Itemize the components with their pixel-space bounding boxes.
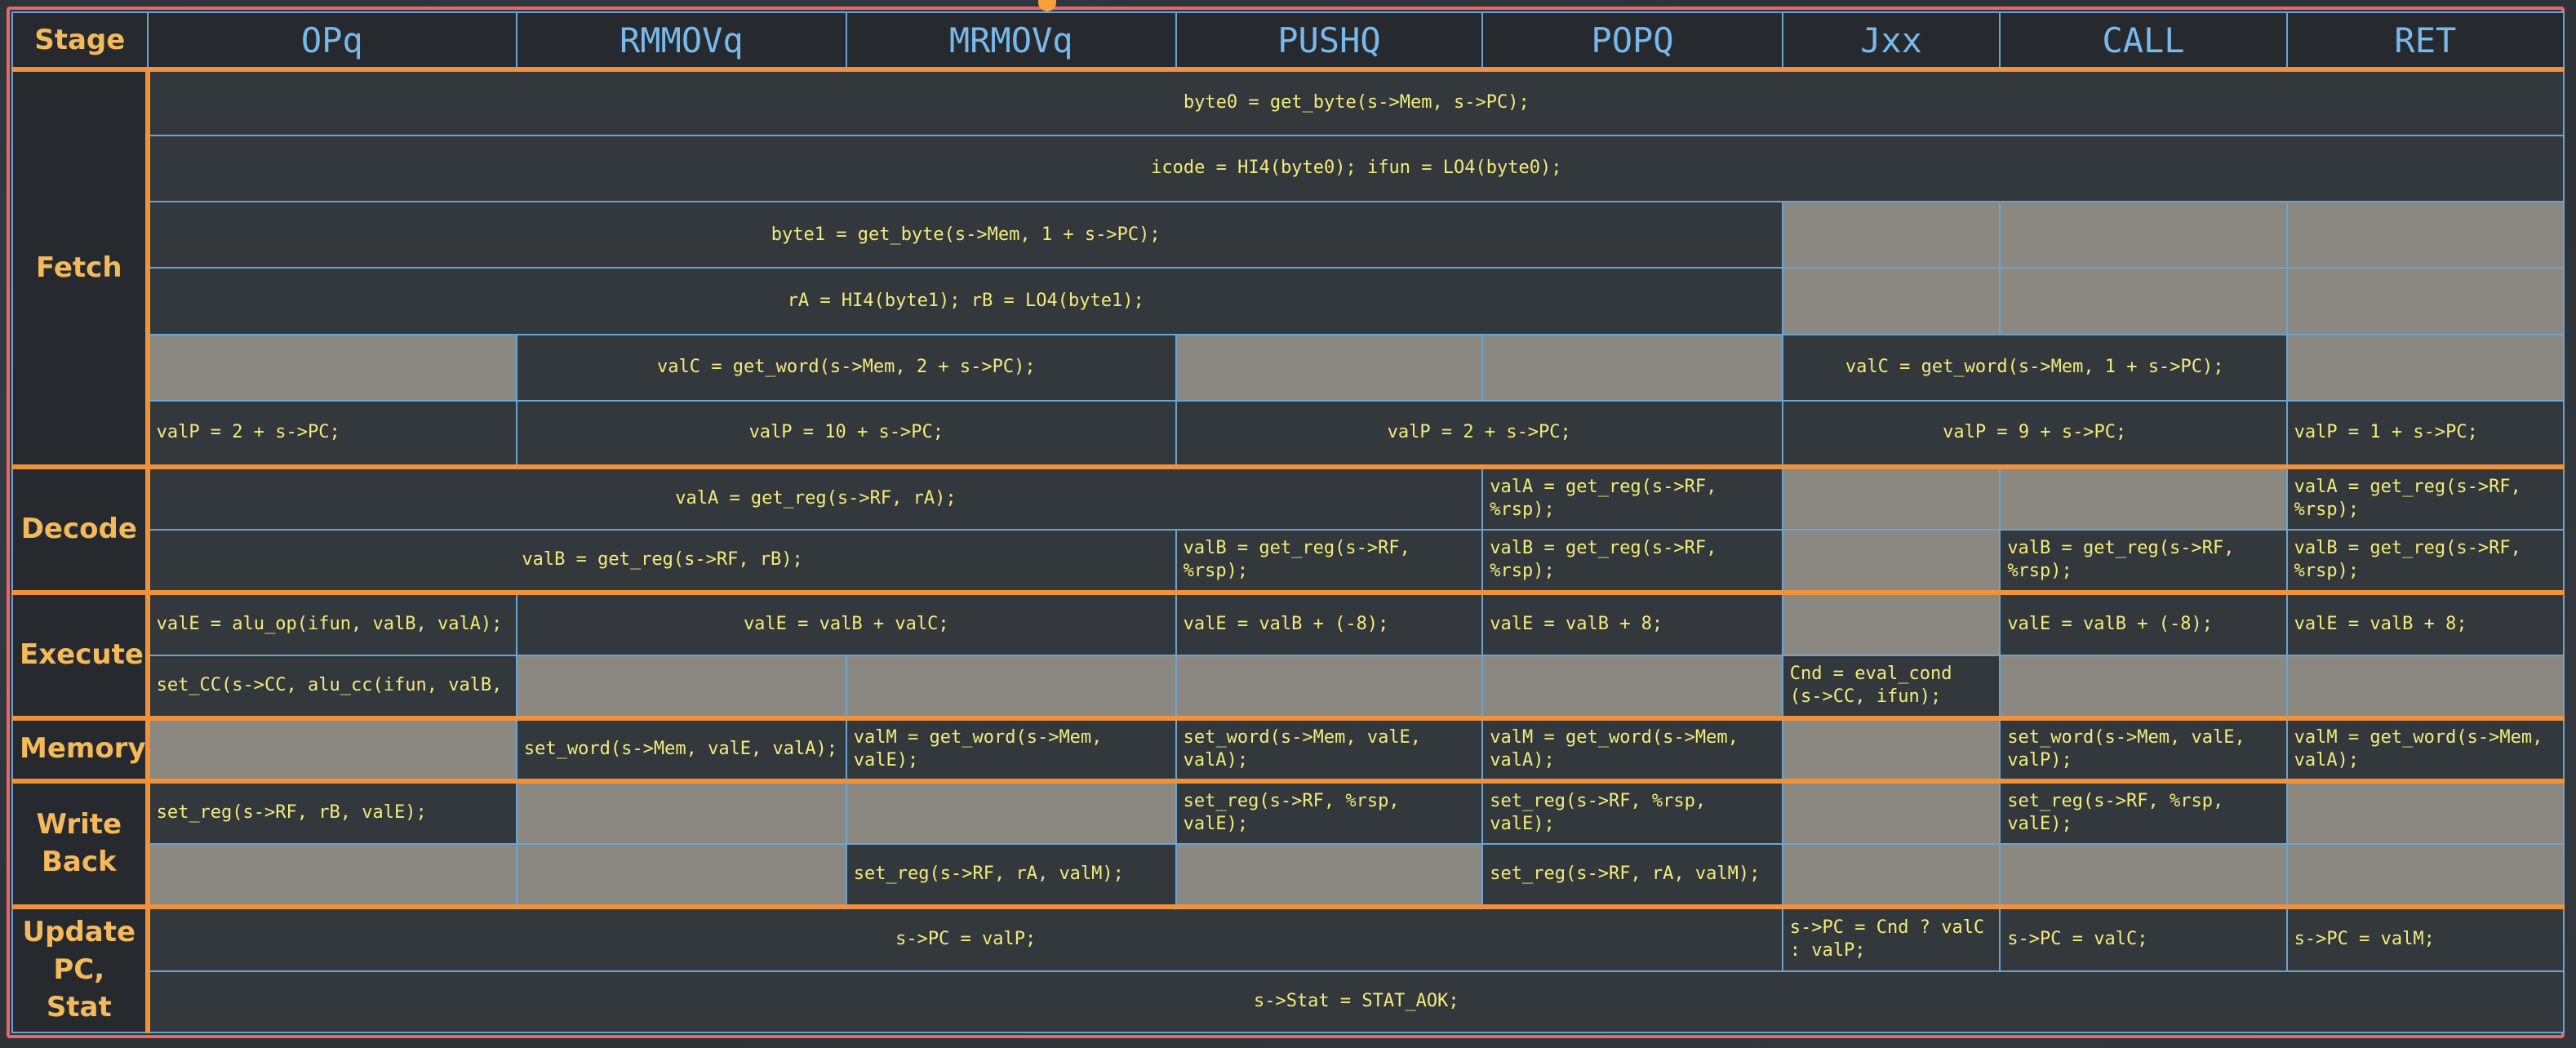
empty-cell <box>146 842 517 908</box>
fetch-valp-opq: valP = 2 + s->PC; <box>146 399 517 468</box>
writeback-mrmovq: set_reg(s->RF, rA, valM); <box>845 842 1177 908</box>
empty-cell <box>515 654 847 719</box>
empty-cell <box>1781 201 2001 269</box>
empty-cell <box>2285 201 2565 269</box>
update-pc-valp: s->PC = valP; <box>146 904 1783 973</box>
execute-valb-plus-valc: valE = valB + valC; <box>515 589 1177 656</box>
writeback-call: set_reg(s->RF, %rsp, valE); <box>1999 778 2288 845</box>
fetch-valc-offset1: valC = get_word(s->Mem, 1 + s->PC); <box>1781 333 2288 402</box>
stage-label-write-back: Write Back <box>11 778 150 908</box>
empty-cell <box>1999 464 2288 531</box>
stage-label-decode: Decode <box>11 464 150 593</box>
writeback-pushq: set_reg(s->RF, %rsp, valE); <box>1175 778 1484 845</box>
header-row: Stage OPq RMMOVq MRMOVq PUSHQ POPQ Jxx C… <box>11 11 2565 72</box>
decode-valb-pushq: valB = get_reg(s->RF, %rsp); <box>1175 528 1484 593</box>
stage-label-fetch: Fetch <box>11 69 150 468</box>
writeback-popq-valm: set_reg(s->RF, rA, valM); <box>1481 842 1783 908</box>
header-stage: Stage <box>11 11 149 72</box>
header-mrmovq: MRMOVq <box>845 11 1177 72</box>
header-popq: POPQ <box>1481 11 1783 72</box>
empty-cell <box>146 333 517 402</box>
fetch-ra-rb: rA = HI4(byte1); rB = LO4(byte1); <box>146 267 1783 335</box>
empty-cell <box>1175 654 1484 719</box>
header-rmmovq: RMMOVq <box>515 11 847 72</box>
memory-pushq: set_word(s->Mem, valE, valA); <box>1175 715 1484 782</box>
execute-cnd: Cnd = eval_cond (s->CC, ifun); <box>1781 654 2001 719</box>
stage-label-update: Update PC, Stat <box>11 904 150 1034</box>
execute-pushq: valE = valB + (-8); <box>1175 589 1484 656</box>
execute-call: valE = valB + (-8); <box>1999 589 2288 656</box>
fetch-icode-ifun: icode = HI4(byte0); ifun = LO4(byte0); <box>146 135 2565 203</box>
memory-popq: valM = get_word(s->Mem, valA); <box>1481 715 1783 782</box>
writeback-opq: set_reg(s->RF, rB, valE); <box>146 778 517 845</box>
empty-cell <box>1175 842 1484 908</box>
empty-cell <box>1781 715 2001 782</box>
empty-cell <box>845 778 1177 845</box>
empty-cell <box>1781 589 2001 656</box>
decode-valb-call: valB = get_reg(s->RF, %rsp); <box>1999 528 2288 593</box>
execute-set-cc: set_CC(s->CC, alu_cc(ifun, valB, <box>146 654 517 719</box>
stage-label-execute: Execute <box>11 589 150 719</box>
empty-cell <box>2285 654 2565 719</box>
execute-popq: valE = valB + 8; <box>1481 589 1783 656</box>
fetch-valp-9: valP = 9 + s->PC; <box>1781 399 2288 468</box>
memory-rmmovq: set_word(s->Mem, valE, valA); <box>515 715 847 782</box>
decode-vala-ra: valA = get_reg(s->RF, rA); <box>146 464 1484 531</box>
execute-opq: valE = alu_op(ifun, valB, valA); <box>146 589 517 656</box>
empty-cell <box>1781 842 2001 908</box>
fetch-valp-10: valP = 10 + s->PC; <box>515 399 1177 468</box>
header-call: CALL <box>1999 11 2288 72</box>
empty-cell <box>2285 267 2565 335</box>
empty-cell <box>1999 267 2288 335</box>
empty-cell <box>1999 842 2288 908</box>
empty-cell <box>515 842 847 908</box>
update-pc-call: s->PC = valC; <box>1999 904 2288 973</box>
fetch-valc-offset2: valC = get_word(s->Mem, 2 + s->PC); <box>515 333 1177 402</box>
empty-cell <box>1175 333 1484 402</box>
header-ret: RET <box>2285 11 2565 72</box>
empty-cell <box>1481 654 1783 719</box>
empty-cell <box>2285 842 2565 908</box>
decode-valb-rb: valB = get_reg(s->RF, rB); <box>146 528 1177 593</box>
fetch-valp-ret: valP = 1 + s->PC; <box>2285 399 2565 468</box>
empty-cell <box>1781 528 2001 593</box>
stage-label-memory: Memory <box>11 715 150 782</box>
empty-cell <box>1781 267 2001 335</box>
update-pc-ret: s->PC = valM; <box>2285 904 2565 973</box>
memory-call: set_word(s->Mem, valE, valP); <box>1999 715 2288 782</box>
decode-vala-ret: valA = get_reg(s->RF, %rsp); <box>2285 464 2565 531</box>
fetch-byte0: byte0 = get_byte(s->Mem, s->PC); <box>146 68 2565 137</box>
decode-valb-ret: valB = get_reg(s->RF, %rsp); <box>2285 528 2565 593</box>
memory-mrmovq: valM = get_word(s->Mem, valE); <box>845 715 1177 782</box>
writeback-popq-vale: set_reg(s->RF, %rsp, valE); <box>1481 778 1783 845</box>
fetch-byte1: byte1 = get_byte(s->Mem, 1 + s->PC); <box>146 201 1783 269</box>
fetch-valp-2: valP = 2 + s->PC; <box>1175 399 1783 468</box>
empty-cell <box>2285 778 2565 845</box>
header-jxx: Jxx <box>1781 11 2001 72</box>
update-pc-jxx: s->PC = Cnd ? valC : valP; <box>1781 904 2001 973</box>
decode-valb-popq: valB = get_reg(s->RF, %rsp); <box>1481 528 1783 593</box>
empty-cell <box>1781 778 2001 845</box>
execute-ret: valE = valB + 8; <box>2285 589 2565 656</box>
empty-cell <box>515 778 847 845</box>
empty-cell <box>1781 464 2001 531</box>
empty-cell <box>845 654 1177 719</box>
header-pushq: PUSHQ <box>1175 11 1484 72</box>
header-opq: OPq <box>146 11 517 72</box>
empty-cell <box>1999 201 2288 269</box>
empty-cell <box>146 715 517 782</box>
y86-stage-table: Stage OPq RMMOVq MRMOVq PUSHQ POPQ Jxx C… <box>11 11 2565 1034</box>
chalkboard-background: Stage OPq RMMOVq MRMOVq PUSHQ POPQ Jxx C… <box>0 0 2576 1048</box>
empty-cell <box>1999 654 2288 719</box>
memory-ret: valM = get_word(s->Mem, valA); <box>2285 715 2565 782</box>
decode-vala-popq: valA = get_reg(s->RF, %rsp); <box>1481 464 1783 531</box>
empty-cell <box>2285 333 2565 402</box>
empty-cell <box>1481 333 1783 402</box>
update-stat: s->Stat = STAT_AOK; <box>146 970 2565 1033</box>
